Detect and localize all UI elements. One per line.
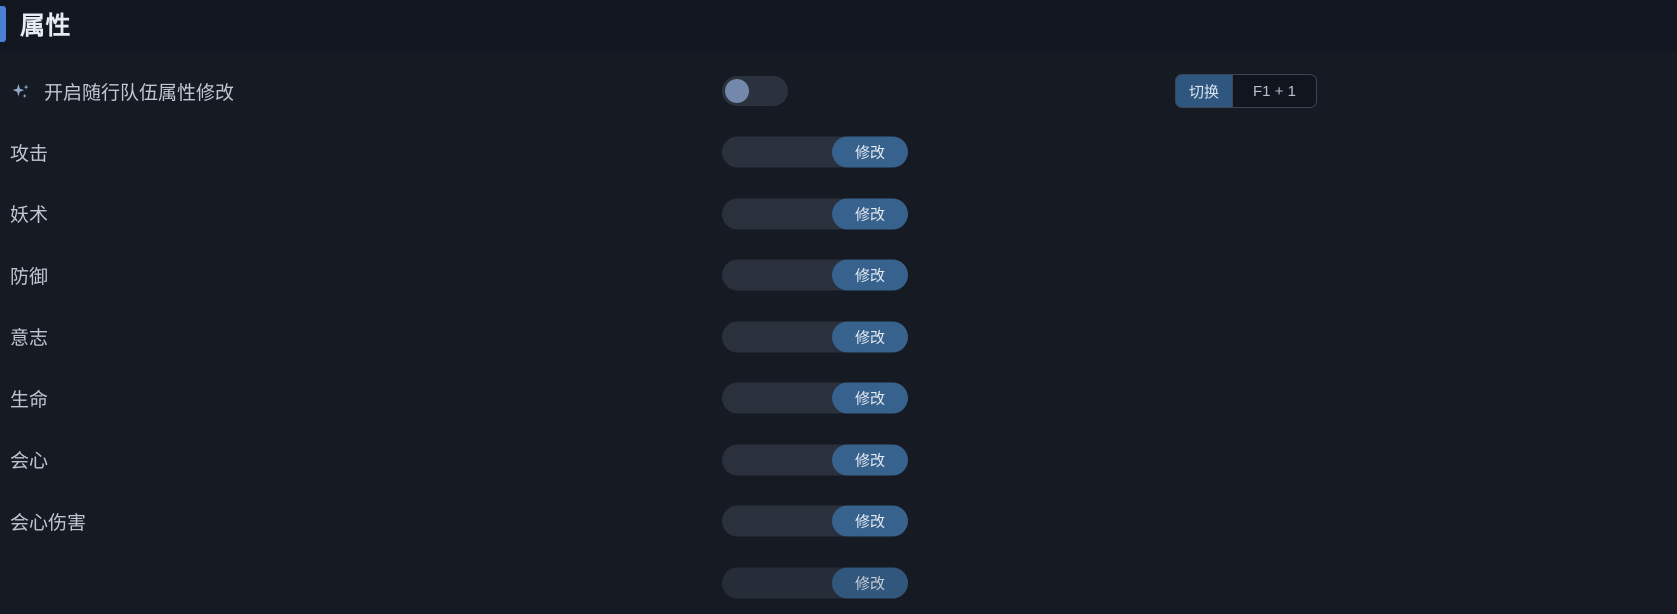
stat-control: 修改 xyxy=(722,505,908,537)
stat-row: 意志 修改 xyxy=(0,308,1677,366)
stat-row-label: 妖术 xyxy=(10,205,49,226)
stat-control: 修改 xyxy=(722,259,908,291)
stat-row-label: 攻击 xyxy=(10,143,49,165)
stat-row: 会心 修改 xyxy=(0,431,1677,489)
stat-control: 修改 xyxy=(722,444,908,475)
modify-button[interactable]: 修改 xyxy=(832,198,908,229)
toggle-knob xyxy=(725,79,749,103)
modify-button[interactable]: 修改 xyxy=(832,444,908,475)
section-header: 属性 xyxy=(0,0,1677,52)
stat-row-label: 意志 xyxy=(10,328,49,349)
stat-control: 修改 xyxy=(722,136,908,168)
feature-toggle-label: 开启随行队伍属性修改 xyxy=(44,82,235,104)
feature-toggle-switch-wrap xyxy=(722,76,788,106)
stat-row-label: 生命 xyxy=(10,389,49,411)
modify-button[interactable]: 修改 xyxy=(832,567,908,598)
sparkle-icon xyxy=(10,81,32,103)
hotkey-badge[interactable]: 切换 F1 + 1 xyxy=(1175,74,1317,108)
stat-row-label: 防御 xyxy=(10,266,49,288)
section-accent-bar xyxy=(0,6,6,42)
modify-button[interactable]: 修改 xyxy=(832,321,908,352)
stat-row: 会心伤害 修改 xyxy=(0,492,1677,550)
feature-toggle-switch[interactable] xyxy=(722,76,788,106)
attributes-panel: 属性 开启随行队伍属性修改 切换 F1 + 1 攻击 修改 妖术 修改 防御 修改 意志 修改… xyxy=(0,0,1677,614)
feature-toggle-row: 开启随行队伍属性修改 切换 F1 + 1 xyxy=(0,62,1677,120)
hotkey-keys-label: F1 + 1 xyxy=(1232,75,1316,107)
modify-button[interactable]: 修改 xyxy=(832,259,908,291)
stat-row-label: 会心伤害 xyxy=(10,512,87,534)
stat-row: 修改 xyxy=(0,554,1677,612)
stat-control: 修改 xyxy=(722,567,908,598)
stat-control: 修改 xyxy=(722,382,908,414)
stat-control: 修改 xyxy=(722,321,908,352)
stat-row-label: 会心 xyxy=(10,451,49,472)
hotkey-action-label: 切换 xyxy=(1176,75,1233,107)
stat-control: 修改 xyxy=(722,198,908,229)
stat-row: 防御 修改 xyxy=(0,246,1677,304)
stat-row: 攻击 修改 xyxy=(0,123,1677,181)
stat-row: 妖术 修改 xyxy=(0,185,1677,243)
modify-button[interactable]: 修改 xyxy=(832,136,908,168)
modify-button[interactable]: 修改 xyxy=(832,505,908,537)
page-title: 属性 xyxy=(20,11,72,40)
feature-toggle-label-group: 开启随行队伍属性修改 xyxy=(10,78,234,105)
modify-button[interactable]: 修改 xyxy=(832,382,908,414)
stat-row: 生命 修改 xyxy=(0,369,1677,427)
